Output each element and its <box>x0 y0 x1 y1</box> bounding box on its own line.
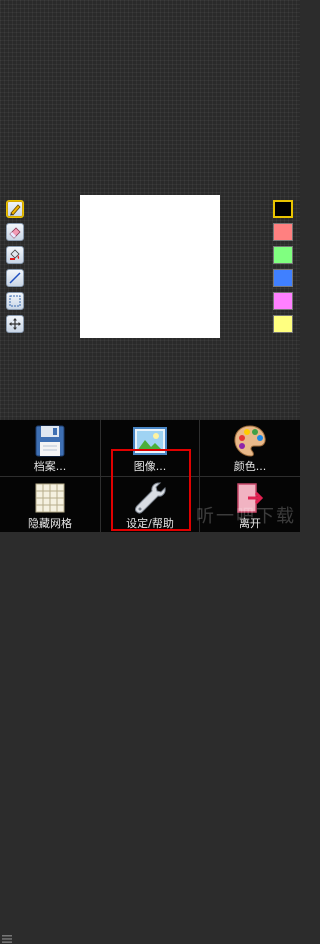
color-swatch[interactable] <box>273 200 293 218</box>
color-swatch[interactable] <box>273 292 293 310</box>
fill-icon <box>10 249 20 260</box>
line-icon <box>9 272 21 284</box>
color-swatch[interactable] <box>273 315 293 333</box>
floppy-disk-icon <box>35 425 65 457</box>
color-swatch[interactable] <box>273 246 293 264</box>
eraser-icon <box>9 227 21 239</box>
color-menu-button[interactable]: 颜色... <box>200 420 300 476</box>
grid-icon <box>35 483 65 513</box>
move-icon <box>9 318 21 330</box>
palette-icon <box>234 425 266 457</box>
settings-highlight-box <box>111 449 191 531</box>
hide-grid-button[interactable]: 隐藏网格 <box>0 477 100 533</box>
file-menu-button[interactable]: 档案... <box>0 420 100 476</box>
canvas-area[interactable] <box>0 0 300 420</box>
tool-toolbar <box>6 200 28 338</box>
menu-handle-icon[interactable] <box>2 934 12 944</box>
pencil-icon <box>10 204 21 216</box>
eraser-tool-button[interactable] <box>6 223 24 241</box>
fill-tool-button[interactable] <box>6 246 24 264</box>
color-menu-label: 颜色... <box>233 460 267 473</box>
watermark-text: 听一吧下载 <box>196 506 296 527</box>
line-tool-button[interactable] <box>6 269 24 287</box>
move-tool-button[interactable] <box>6 315 24 333</box>
color-palette <box>273 200 293 338</box>
color-swatch[interactable] <box>273 223 293 241</box>
file-menu-label: 档案... <box>33 460 67 473</box>
color-swatch[interactable] <box>273 269 293 287</box>
select-tool-button[interactable] <box>6 292 24 310</box>
pencil-tool-button[interactable] <box>6 200 24 218</box>
select-icon <box>9 295 21 307</box>
hide-grid-label: 隐藏网格 <box>28 517 72 530</box>
drawing-canvas[interactable] <box>80 195 220 338</box>
